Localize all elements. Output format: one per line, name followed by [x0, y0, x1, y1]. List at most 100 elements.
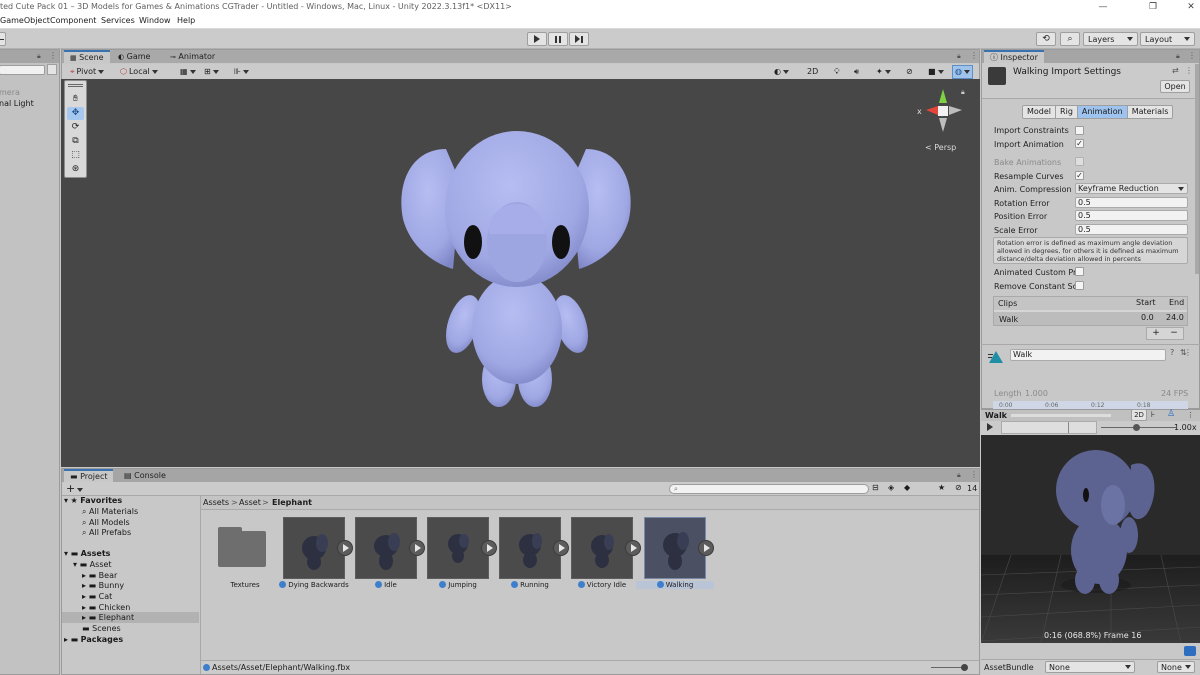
step-button[interactable] — [569, 32, 589, 46]
add-asset-button[interactable]: + — [66, 482, 75, 495]
folder-chicken[interactable]: ▸ ▬ Chicken — [82, 603, 130, 612]
tab-animator[interactable]: ⊸ Animator — [164, 50, 221, 63]
hierarchy-search-input[interactable] — [0, 65, 45, 75]
asset-textures-folder[interactable]: Textures — [214, 517, 276, 589]
project-search-input[interactable]: ⌕ — [669, 484, 869, 494]
anim-compression-dropdown[interactable]: Keyframe Reduction — [1075, 183, 1188, 194]
folder-cat[interactable]: ▸ ▬ Cat — [82, 592, 112, 601]
breadcrumb-asset[interactable]: Asset — [239, 498, 261, 507]
asset-dying-backwards[interactable]: Dying Backwards — [279, 517, 353, 589]
add-clip-button[interactable]: + — [1152, 328, 1160, 339]
minimize-icon[interactable]: — — [1096, 0, 1110, 14]
asset-walking[interactable]: Walking — [636, 517, 714, 589]
local-dropdown[interactable]: ⬡ Local — [120, 66, 158, 78]
tab-animation[interactable]: Animation — [1077, 106, 1128, 118]
more-icon[interactable]: ⋮ — [970, 51, 978, 60]
persp-label[interactable]: < Persp — [925, 143, 956, 152]
asset-bundle-dropdown[interactable]: None — [1045, 661, 1135, 673]
play-icon[interactable] — [625, 540, 641, 556]
hierarchy-item-camera[interactable]: mera — [0, 88, 20, 97]
breadcrumb-assets[interactable]: Assets — [203, 498, 229, 507]
lock-icon[interactable]: 🔒︎ — [957, 52, 961, 61]
gizmos-dropdown[interactable]: ◍ — [952, 65, 973, 79]
rotation-error-field[interactable]: 0.5 — [1075, 197, 1188, 208]
lock-icon[interactable]: 🔒︎ — [1176, 52, 1180, 61]
breadcrumb-elephant[interactable]: Elephant — [272, 498, 312, 507]
asset-folder-node[interactable]: ▾ ▬ Asset — [73, 560, 112, 569]
clip-row[interactable] — [994, 312, 1187, 325]
packages-node[interactable]: ▸ ▬ Packages — [64, 635, 123, 644]
hidden-objects-toggle[interactable]: ⊘ — [906, 66, 913, 78]
more-icon[interactable]: ⋮ — [1184, 348, 1192, 357]
more-icon[interactable]: ⋮ — [1187, 411, 1194, 419]
ruler-button[interactable]: ⊪ — [234, 66, 249, 78]
rect-tool-icon[interactable]: ⬚ — [67, 149, 84, 162]
import-animation-checkbox[interactable]: ✓ — [1075, 139, 1084, 148]
inspector-scrollbar[interactable] — [1195, 64, 1199, 274]
tab-scene[interactable]: ▦ Scene — [64, 50, 110, 63]
scale-tool-icon[interactable]: ⧉ — [67, 135, 84, 148]
remove-clip-button[interactable]: − — [1170, 328, 1178, 339]
animated-custom-checkbox[interactable] — [1075, 267, 1084, 276]
increment-snap-button[interactable]: ⊞ — [204, 66, 219, 78]
orientation-gizmo[interactable] — [916, 87, 966, 137]
chevron-down-icon[interactable] — [77, 488, 83, 492]
tab-game[interactable]: ◐ Game — [112, 50, 156, 63]
asset-idle[interactable]: Idle — [355, 517, 425, 589]
search-button[interactable]: ⌕ — [1060, 32, 1080, 46]
help-icon[interactable]: ? — [1170, 348, 1174, 357]
preview-scrubber[interactable] — [1001, 421, 1097, 434]
folder-scenes[interactable]: ▬ Scenes — [82, 624, 121, 633]
menu-component[interactable]: Component — [50, 16, 96, 25]
favorites-all-materials[interactable]: ⌕ All Materials — [82, 507, 138, 517]
mode-2d-toggle[interactable]: 2D — [807, 66, 818, 78]
lock-icon[interactable]: 🔒︎ — [961, 88, 965, 97]
layout-dropdown[interactable]: Layout — [1140, 32, 1195, 46]
tab-inspector[interactable]: ⓘ Inspector — [984, 50, 1044, 63]
elephant-model[interactable] — [391, 124, 641, 414]
toolbar-left-icon[interactable] — [0, 32, 6, 46]
asset-variant-dropdown[interactable]: None — [1157, 661, 1195, 673]
tab-materials[interactable]: Materials — [1127, 106, 1173, 118]
transform-tool-icon[interactable]: ⊛ — [67, 163, 84, 176]
scale-error-field[interactable]: 0.5 — [1075, 224, 1188, 235]
palette-handle-icon[interactable] — [68, 84, 83, 87]
camera-dropdown[interactable]: ■ — [928, 66, 944, 78]
settings-icon[interactable]: ⇄ — [1172, 66, 1179, 75]
play-icon[interactable] — [481, 540, 497, 556]
folder-elephant[interactable]: ▸ ▬ Elephant — [82, 613, 134, 622]
preview-viewport[interactable] — [981, 435, 1200, 643]
tab-model[interactable]: Model — [1023, 106, 1057, 118]
close-icon[interactable]: ✕ — [1184, 0, 1198, 14]
play-icon[interactable] — [337, 540, 353, 556]
more-icon[interactable]: ⋮ — [1185, 66, 1193, 75]
layers-dropdown[interactable]: Layers — [1083, 32, 1138, 46]
zoom-slider[interactable] — [931, 664, 968, 671]
pivot-dropdown[interactable]: ⌖ Pivot — [70, 66, 105, 78]
lock-icon[interactable]: 🔒︎ — [957, 471, 961, 480]
folder-bunny[interactable]: ▸ ▬ Bunny — [82, 581, 124, 590]
scene-viewport[interactable]: ✋︎ ✥ ⟳ ⧉ ⬚ ⊛ x 🔒︎ < Persp — [61, 79, 980, 467]
more-icon[interactable]: ⋮ — [49, 51, 57, 60]
folder-bear[interactable]: ▸ ▬ Bear — [82, 571, 117, 580]
tab-rig[interactable]: Rig — [1056, 106, 1078, 118]
lighting-toggle[interactable]: 💡︎ — [834, 66, 840, 78]
history-button[interactable]: ⟲ — [1036, 32, 1056, 46]
effects-dropdown[interactable]: ✦ — [876, 66, 891, 78]
asset-running[interactable]: Running — [499, 517, 569, 589]
resample-curves-checkbox[interactable]: ✓ — [1075, 171, 1084, 180]
menu-help[interactable]: Help — [177, 16, 195, 25]
more-icon[interactable]: ⋮ — [970, 470, 978, 479]
tab-console[interactable]: ▤ Console — [118, 469, 172, 482]
audio-toggle[interactable]: 🔊︎ — [854, 66, 859, 78]
move-tool-icon[interactable]: ✥ — [67, 107, 84, 120]
tab-project[interactable]: ▬ Project — [64, 469, 114, 482]
hand-tool-icon[interactable]: ✋︎ — [67, 93, 84, 106]
more-icon[interactable]: ⋮ — [1188, 51, 1196, 60]
favorites-all-prefabs[interactable]: ⌕ All Prefabs — [82, 528, 131, 538]
favorites-node[interactable]: ▾ ★ Favorites — [64, 496, 122, 505]
pause-button[interactable] — [548, 32, 568, 46]
hierarchy-item-light[interactable]: nal Light — [0, 99, 34, 108]
menu-window[interactable]: Window — [139, 16, 171, 25]
preview-speed-slider[interactable] — [1101, 424, 1176, 431]
